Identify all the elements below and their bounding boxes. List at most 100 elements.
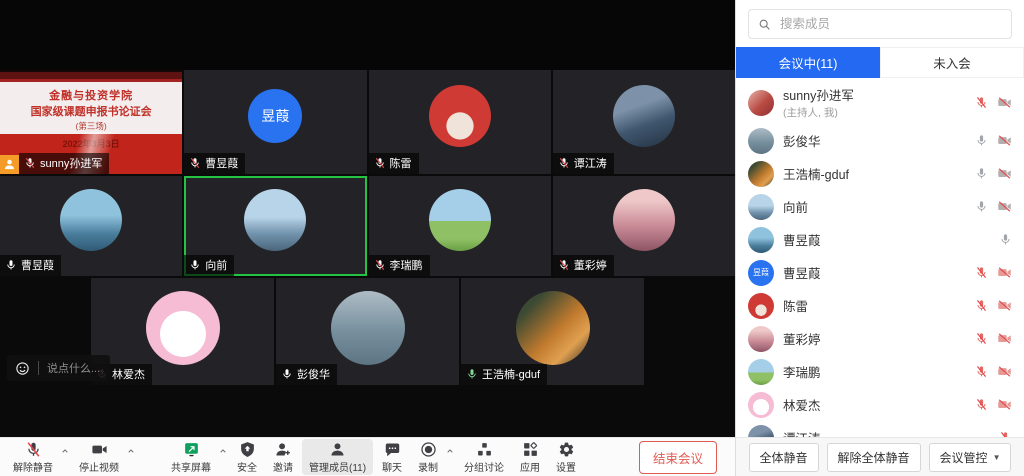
camera-off-icon xyxy=(997,166,1012,181)
meeting-control-button[interactable]: 会议管控 ▼ xyxy=(929,443,1012,472)
participant-row[interactable]: sunny孙进军 (主持人, 我) xyxy=(736,81,1024,124)
participant-meta: sunny孙进军 (主持人, 我) xyxy=(783,85,854,120)
chat-quick-input[interactable]: 说点什么... xyxy=(7,355,110,381)
participant-status-icons xyxy=(975,331,1012,346)
video-tile-selected[interactable]: 向前 xyxy=(184,176,366,276)
participant-name: 彭俊华 xyxy=(783,131,821,150)
toolbar-item-invite[interactable]: 邀请 xyxy=(266,439,300,475)
share-screen-icon xyxy=(183,441,200,458)
caret-up-icon[interactable] xyxy=(60,446,70,456)
video-tile[interactable]: 曹昱葭 xyxy=(0,176,182,276)
video-tile[interactable]: 陈雷 xyxy=(369,70,551,174)
smiley-icon[interactable] xyxy=(15,361,30,376)
tile-name: 董彩婷 xyxy=(574,257,607,273)
end-meeting-button[interactable]: 结束会议 xyxy=(639,441,717,474)
toolbar-item-breakout-rooms[interactable]: 分组讨论 xyxy=(457,439,511,475)
participant-name: 曹昱葭 xyxy=(783,263,821,282)
mic-muted-icon xyxy=(189,157,201,169)
video-tile[interactable]: 李瑞鹏 xyxy=(369,176,551,276)
caret-up-icon[interactable] xyxy=(218,446,228,456)
unmute-all-button[interactable]: 解除全体静音 xyxy=(827,443,921,472)
participant-row[interactable]: 董彩婷 xyxy=(736,322,1024,355)
tab-not-joined[interactable]: 未入会 xyxy=(880,47,1024,78)
participant-row[interactable]: 谭江涛 xyxy=(736,421,1024,437)
participant-row[interactable]: 李瑞鹏 xyxy=(736,355,1024,388)
video-tile[interactable]: 林爱杰 xyxy=(91,278,274,385)
caret-up-icon[interactable] xyxy=(445,446,455,456)
caret-up-icon[interactable] xyxy=(126,446,136,456)
mic-muted-icon xyxy=(24,157,36,169)
toolbar-item-label: 设置 xyxy=(556,459,576,474)
toolbar-item-label: 安全 xyxy=(237,459,257,474)
participant-row[interactable]: 彭俊华 xyxy=(736,124,1024,157)
participant-row[interactable]: 昱葭 曹昱葭 xyxy=(736,256,1024,289)
audio-only-badge xyxy=(0,155,19,174)
tab-in-meeting[interactable]: 会议中(11) xyxy=(736,47,880,78)
participant-status-icons xyxy=(975,199,1012,214)
toolbar-item-unmute-mic[interactable]: 解除静音 xyxy=(6,439,70,475)
toolbar-item-chat[interactable]: 聊天 xyxy=(375,439,409,475)
search-box[interactable] xyxy=(748,9,1012,39)
video-tile[interactable]: 谭江涛 xyxy=(553,70,735,174)
avatar xyxy=(748,161,774,187)
invite-icon xyxy=(275,441,292,458)
participant-status-icons xyxy=(975,364,1012,379)
video-tile[interactable]: 彭俊华 xyxy=(276,278,459,385)
toolbar-item-record[interactable]: 录制 xyxy=(411,439,455,475)
chat-icon xyxy=(384,441,401,458)
toolbar-item-share-screen[interactable]: 共享屏幕 xyxy=(164,439,228,475)
mic-muted-icon xyxy=(374,259,386,271)
video-tile[interactable]: 王浩楠-gduf xyxy=(461,278,644,385)
mute-all-button[interactable]: 全体静音 xyxy=(749,443,819,472)
participant-row[interactable]: 林爱杰 xyxy=(736,388,1024,421)
participant-row[interactable]: 陈雷 xyxy=(736,289,1024,322)
mic-muted-icon xyxy=(975,266,988,279)
video-tile-host[interactable]: 金融与投资学院 国家级课题申报书论证会 (第三场) 2022年3月3日 sunn… xyxy=(0,70,182,174)
toolbar-item-stop-video[interactable]: 停止视频 xyxy=(72,439,136,475)
mic-muted-icon xyxy=(558,157,570,169)
tile-name-label: 曹昱葭 xyxy=(184,153,245,174)
tile-name: sunny孙进军 xyxy=(40,155,102,171)
meeting-main-area: 金融与投资学院 国家级课题申报书论证会 (第三场) 2022年3月3日 sunn… xyxy=(0,0,735,476)
mic-muted-icon xyxy=(975,398,988,411)
mic-on-icon xyxy=(5,259,17,271)
tile-name: 李瑞鹏 xyxy=(390,257,423,273)
video-tile[interactable]: 昱葭 曹昱葭 xyxy=(184,70,366,174)
chat-input-placeholder[interactable]: 说点什么... xyxy=(47,360,100,376)
participant-status-icons xyxy=(975,95,1012,110)
mic-muted-icon xyxy=(975,365,988,378)
tile-name: 曹昱葭 xyxy=(21,257,54,273)
participant-meta: 彭俊华 xyxy=(783,131,821,150)
participant-name: 谭江涛 xyxy=(783,428,821,437)
tile-name-label: 谭江涛 xyxy=(553,153,614,174)
bottom-toolbar: 解除静音 停止视频 共享屏幕 安全 邀请 管理成员(11) xyxy=(0,437,735,476)
toolbar-item-settings-gear[interactable]: 设置 xyxy=(549,439,583,475)
toolbar-item-body: 分组讨论 xyxy=(457,439,511,475)
mic-on-icon xyxy=(466,368,478,380)
mic-on-icon xyxy=(281,368,293,380)
toolbar-item-manage-members[interactable]: 管理成员(11) xyxy=(302,439,373,475)
camera-off-icon xyxy=(997,397,1012,412)
video-tile[interactable]: 董彩婷 xyxy=(553,176,735,276)
toolbar-item-apps[interactable]: 应用 xyxy=(513,439,547,475)
mic-on-icon xyxy=(975,167,988,180)
participant-row[interactable]: 向前 xyxy=(736,190,1024,223)
mic-on-icon xyxy=(999,233,1012,246)
participant-name: 林爱杰 xyxy=(783,395,821,414)
toolbar-item-security-shield[interactable]: 安全 xyxy=(230,439,264,475)
avatar xyxy=(613,85,675,147)
mic-on-icon xyxy=(189,259,201,271)
participant-row[interactable]: 曹昱葭 xyxy=(736,223,1024,256)
avatar xyxy=(748,392,774,418)
participant-meta: 曹昱葭 xyxy=(783,230,821,249)
avatar xyxy=(429,85,491,147)
avatar: 昱葭 xyxy=(248,89,302,143)
apps-icon xyxy=(522,441,539,458)
participant-row[interactable]: 王浩楠-gduf xyxy=(736,157,1024,190)
avatar: 昱葭 xyxy=(748,260,774,286)
search-input[interactable] xyxy=(778,16,1002,32)
camera-off-icon xyxy=(997,364,1012,379)
participant-meta: 林爱杰 xyxy=(783,395,821,414)
participant-meta: 向前 xyxy=(783,197,808,216)
participant-meta: 谭江涛 xyxy=(783,428,821,437)
